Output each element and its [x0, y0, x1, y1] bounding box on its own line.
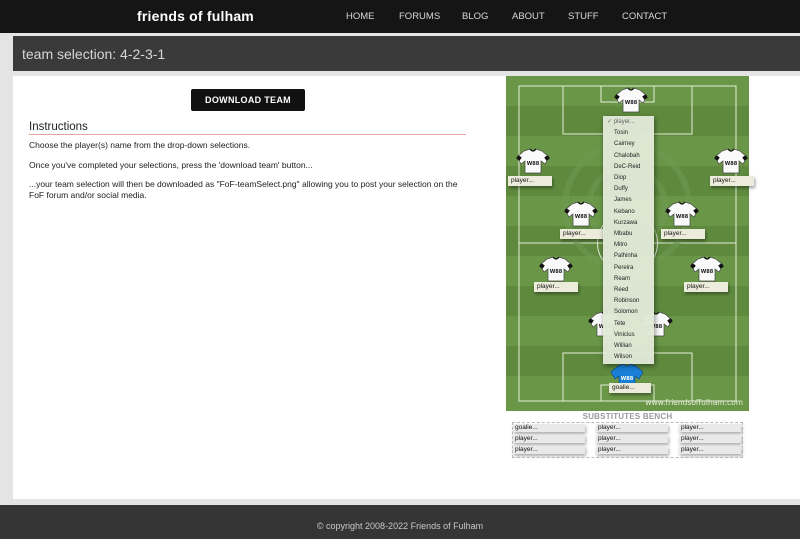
copyright-text: © copyright 2008-2022 Friends of Fulham [316, 521, 484, 531]
nav-stuff[interactable]: STUFF [568, 11, 599, 22]
bench-player-select[interactable]: player... [679, 424, 741, 432]
main-content: DOWNLOAD TEAM Instructions Choose the pl… [13, 76, 800, 499]
page-title: team selection: 4-2-3-1 [22, 46, 166, 62]
bench-player-select[interactable]: player... [596, 446, 668, 454]
right-wing-select[interactable]: player... [710, 176, 754, 186]
site-footer: © copyright 2008-2022 Friends of Fulham [0, 505, 800, 539]
dropdown-option[interactable]: Reed [603, 285, 654, 296]
instruction-step-2: Once you've completed your selections, p… [29, 160, 313, 170]
dropdown-option[interactable]: Duffy [603, 184, 654, 195]
nav-home[interactable]: HOME [346, 11, 375, 22]
dropdown-option[interactable]: Cairney [603, 139, 654, 150]
right-mid-select[interactable]: player... [661, 229, 705, 239]
dropdown-option[interactable]: Pereira [603, 263, 654, 274]
pitch-watermark: www.friendsoffulham.com [645, 398, 743, 407]
dropdown-option[interactable]: Kebano [603, 207, 654, 218]
nav-forums[interactable]: FORUMS [399, 11, 440, 22]
dropdown-option[interactable]: Solomon [603, 307, 654, 318]
bench-player-select[interactable]: player... [679, 435, 741, 443]
instruction-step-3: ...your team selection will then be down… [29, 179, 458, 200]
left-mid-select[interactable]: player... [560, 229, 604, 239]
nav-blog[interactable]: BLOG [462, 11, 488, 22]
top-nav-bar: friends of fulham HOME FORUMS BLOG ABOUT… [0, 0, 800, 33]
svg-text:W88: W88 [621, 376, 634, 382]
bench-box: goalie... player... player... player... … [512, 422, 743, 458]
dropdown-option[interactable]: DeC-Reid [603, 162, 654, 173]
bench-goalie-select[interactable]: goalie... [513, 424, 585, 432]
left-wing-select[interactable]: player... [508, 176, 552, 186]
bench-title: SUBSTITUTES BENCH [582, 412, 673, 421]
dropdown-option[interactable]: Mitro [603, 240, 654, 251]
dropdown-option[interactable]: Chalobah [603, 151, 654, 162]
bench-player-select[interactable]: player... [513, 446, 585, 454]
bench-player-select[interactable]: player... [596, 424, 668, 432]
instructions-divider [29, 134, 466, 135]
bench-player-select[interactable]: player... [679, 446, 741, 454]
dropdown-option[interactable]: Tete [603, 319, 654, 330]
bench-player-select[interactable]: player... [513, 435, 585, 443]
dropdown-option[interactable]: Vinicius [603, 330, 654, 341]
right-back-select[interactable]: player... [684, 282, 728, 292]
instructions-heading: Instructions [29, 121, 88, 133]
site-brand[interactable]: friends of fulham [137, 8, 254, 24]
left-back-select[interactable]: player... [534, 282, 578, 292]
dropdown-selected-option[interactable]: ✓ player... [603, 117, 654, 128]
dropdown-option[interactable]: Wilson [603, 352, 654, 363]
dropdown-option[interactable]: Diop [603, 173, 654, 184]
dropdown-option[interactable]: Mbabu [603, 229, 654, 240]
dropdown-option[interactable]: Palhinha [603, 251, 654, 262]
download-team-button[interactable]: DOWNLOAD TEAM [191, 89, 305, 111]
page-title-band: team selection: 4-2-3-1 [13, 36, 800, 71]
dropdown-option[interactable]: Robinson [603, 296, 654, 307]
nav-about[interactable]: ABOUT [512, 11, 545, 22]
dropdown-option[interactable]: James [603, 195, 654, 206]
striker-dropdown-list[interactable]: ✓ player... Tosin Cairney Chalobah DeC-R… [603, 116, 654, 364]
nav-contact[interactable]: CONTACT [622, 11, 667, 22]
goalkeeper-select[interactable]: goalie... [609, 383, 651, 393]
instruction-step-1: Choose the player(s) name from the drop-… [29, 140, 251, 150]
dropdown-option[interactable]: Willian [603, 341, 654, 352]
bench-player-select[interactable]: player... [596, 435, 668, 443]
substitutes-bench: SUBSTITUTES BENCH goalie... player... pl… [506, 412, 749, 460]
dropdown-option[interactable]: Kurzawa [603, 218, 654, 229]
dropdown-option[interactable]: Ream [603, 274, 654, 285]
team-selection-board: W88 www.friendsoffulham.com player... pl… [506, 76, 754, 460]
dropdown-option[interactable]: Tosin [603, 128, 654, 139]
